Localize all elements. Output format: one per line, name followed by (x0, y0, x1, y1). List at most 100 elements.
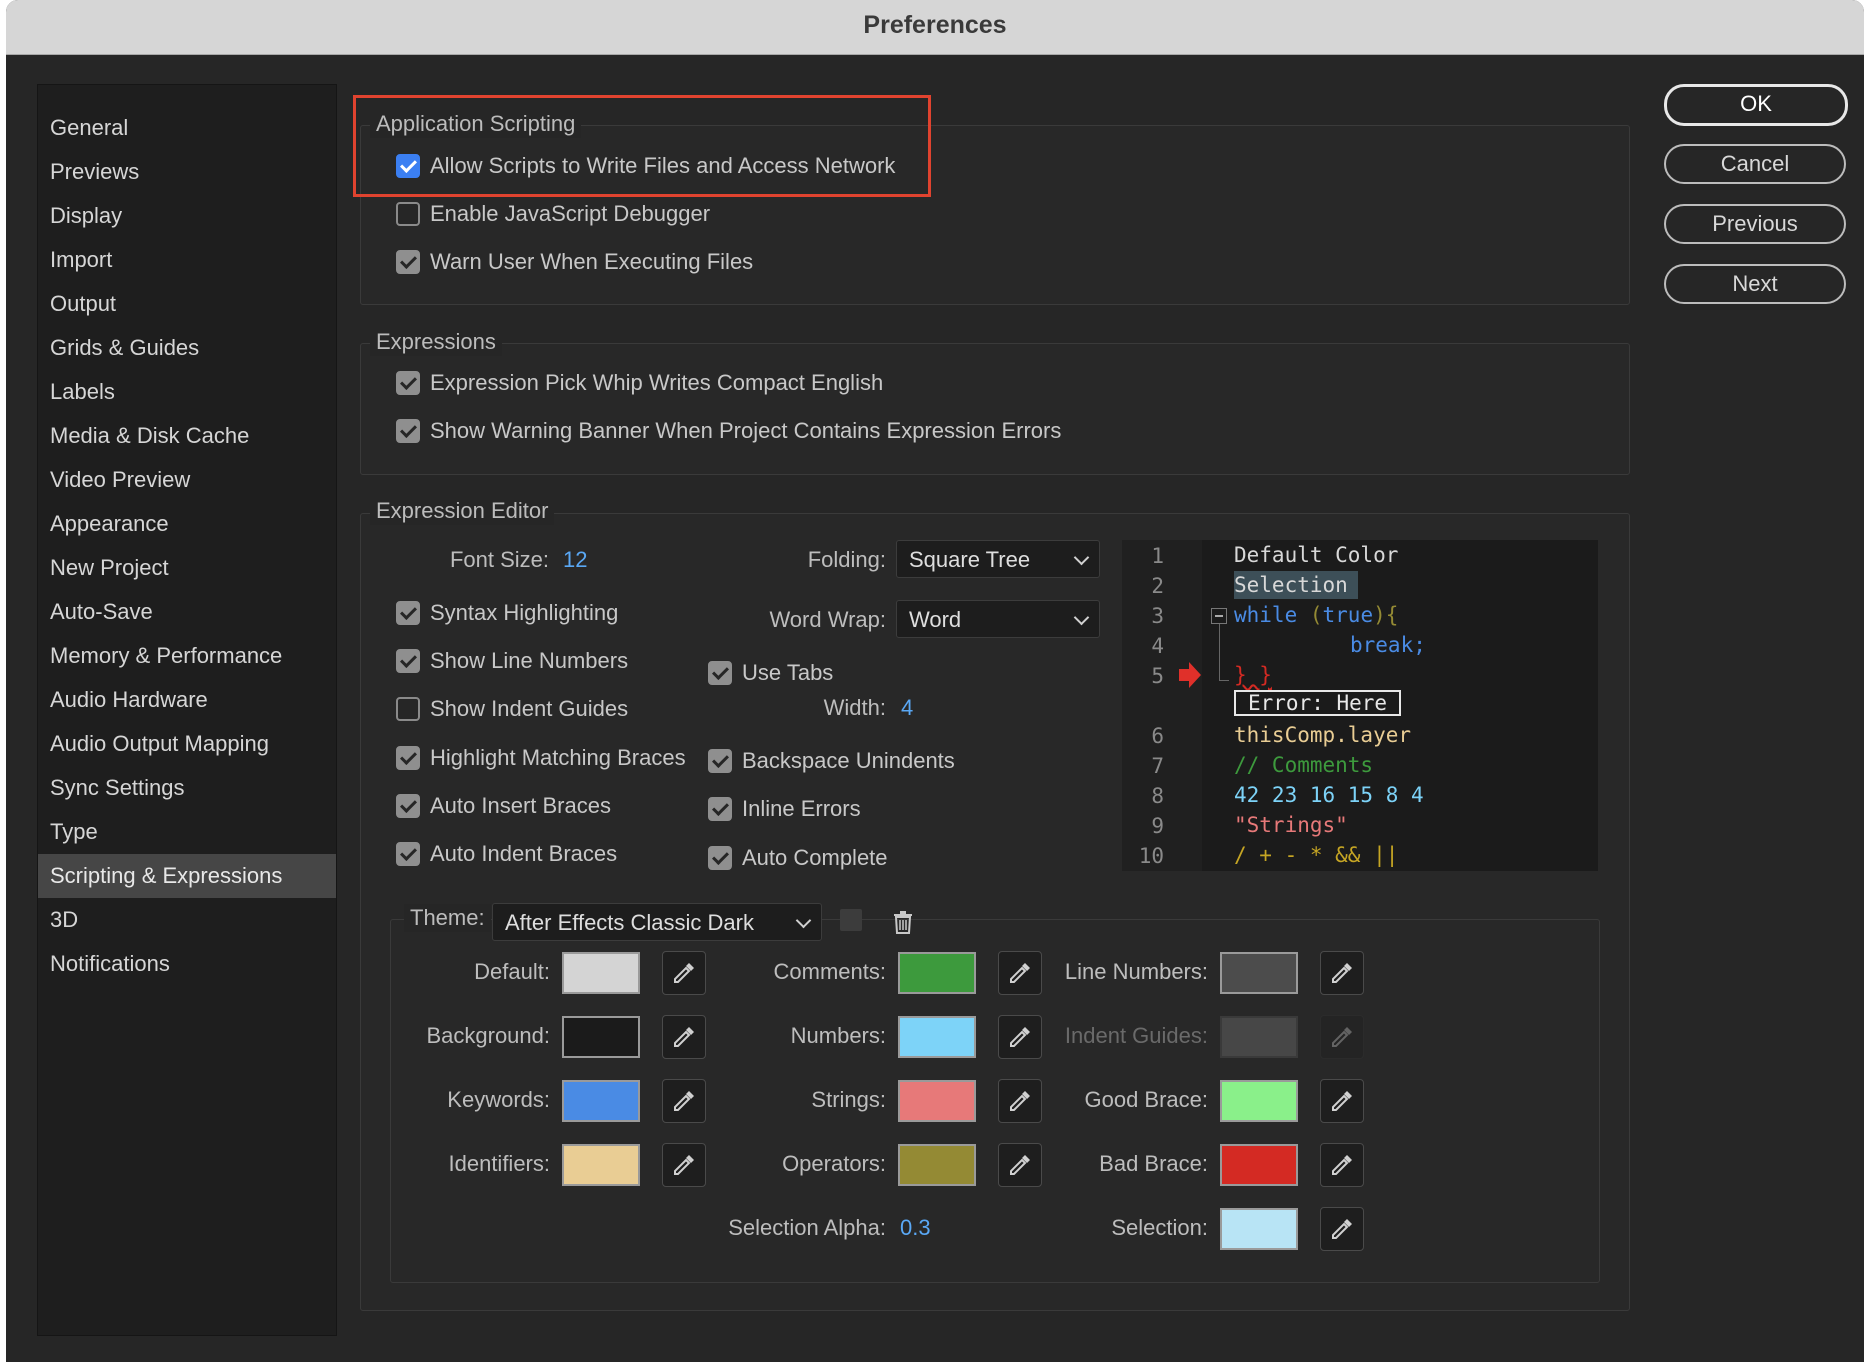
selection-color-swatch[interactable] (1220, 1208, 1298, 1250)
line-numbers-color-swatch[interactable] (1220, 952, 1298, 994)
checkbox-box (396, 746, 420, 770)
fold-marker-icon[interactable] (1211, 608, 1227, 624)
background-color-swatch[interactable] (562, 1016, 640, 1058)
warning-banner-checkbox[interactable]: Show Warning Banner When Project Contain… (396, 416, 1061, 446)
operator-token: ( (1297, 603, 1323, 627)
sidebar-item-media-disk-cache[interactable]: Media & Disk Cache (38, 414, 336, 458)
eyedropper-icon[interactable] (662, 1143, 706, 1187)
save-theme-icon[interactable] (840, 909, 866, 935)
sidebar-item-audio-hardware[interactable]: Audio Hardware (38, 678, 336, 722)
comments-color-swatch[interactable] (898, 952, 976, 994)
eyedropper-icon[interactable] (662, 1015, 706, 1059)
bad-brace-color-swatch[interactable] (1220, 1144, 1298, 1186)
inline-errors-checkbox[interactable]: Inline Errors (708, 794, 861, 824)
checkbox-box (708, 749, 732, 773)
line-numbers-color-label: Line Numbers: (1064, 959, 1208, 984)
sidebar-item-display[interactable]: Display (38, 194, 336, 238)
allow-scripts-checkbox[interactable]: Allow Scripts to Write Files and Access … (396, 151, 895, 181)
checkbox-box (396, 419, 420, 443)
ok-button[interactable]: OK (1664, 84, 1848, 126)
next-button[interactable]: Next (1664, 264, 1846, 304)
sidebar-item-sync-settings[interactable]: Sync Settings (38, 766, 336, 810)
eyedropper-icon[interactable] (662, 1079, 706, 1123)
selection-alpha-label: Selection Alpha: (728, 1215, 886, 1240)
expressions-group (360, 343, 1630, 475)
js-debugger-checkbox[interactable]: Enable JavaScript Debugger (396, 199, 710, 229)
code-line-operators: / + - * && || (1234, 843, 1399, 867)
auto-insert-braces-checkbox[interactable]: Auto Insert Braces (396, 791, 611, 821)
auto-indent-braces-label: Auto Indent Braces (430, 841, 618, 866)
syntax-highlighting-checkbox[interactable]: Syntax Highlighting (396, 598, 618, 628)
code-line-default: Default Color (1234, 543, 1399, 567)
sidebar-item-labels[interactable]: Labels (38, 370, 336, 414)
strings-color-swatch[interactable] (898, 1080, 976, 1122)
sidebar-item-type[interactable]: Type (38, 810, 336, 854)
identifiers-color-label: Identifiers: (448, 1151, 551, 1176)
highlight-braces-checkbox[interactable]: Highlight Matching Braces (396, 743, 686, 773)
pick-whip-checkbox[interactable]: Expression Pick Whip Writes Compact Engl… (396, 368, 883, 398)
sidebar-item-video-preview[interactable]: Video Preview (38, 458, 336, 502)
sidebar-item-previews[interactable]: Previews (38, 150, 336, 194)
selection-alpha-value[interactable]: 0.3 (900, 1213, 931, 1243)
code-preview: 1 2 3 4 5 6 7 8 9 10 Default Color Selec… (1122, 540, 1598, 871)
folding-value: Square Tree (909, 547, 1031, 572)
fold-line-end (1219, 680, 1229, 681)
trash-icon[interactable] (890, 909, 916, 935)
eyedropper-icon (1320, 1015, 1364, 1059)
width-value[interactable]: 4 (901, 693, 913, 723)
eyedropper-icon[interactable] (1320, 1143, 1364, 1187)
warn-user-label: Warn User When Executing Files (430, 249, 754, 274)
strings-color-label: Strings: (811, 1087, 886, 1112)
use-tabs-checkbox[interactable]: Use Tabs (708, 658, 833, 688)
line-number: 9 (1151, 814, 1164, 838)
theme-dropdown[interactable]: After Effects Classic Dark (492, 903, 822, 941)
identifiers-color-swatch[interactable] (562, 1144, 640, 1186)
sidebar-item-audio-output-mapping[interactable]: Audio Output Mapping (38, 722, 336, 766)
allow-scripts-label: Allow Scripts to Write Files and Access … (430, 153, 896, 178)
sidebar-item-new-project[interactable]: New Project (38, 546, 336, 590)
eyedropper-icon[interactable] (662, 951, 706, 995)
operators-color-label: Operators: (782, 1151, 886, 1176)
sidebar-item-auto-save[interactable]: Auto-Save (38, 590, 336, 634)
backspace-unindents-checkbox[interactable]: Backspace Unindents (708, 746, 955, 776)
auto-complete-checkbox[interactable]: Auto Complete (708, 843, 888, 873)
code-line-selection: Selection (1234, 571, 1358, 599)
sidebar-item-general[interactable]: General (38, 106, 336, 150)
show-indent-guides-checkbox[interactable]: Show Indent Guides (396, 694, 628, 724)
word-wrap-value: Word (909, 607, 962, 632)
sidebar-item-notifications[interactable]: Notifications (38, 942, 336, 986)
show-line-numbers-checkbox[interactable]: Show Line Numbers (396, 646, 628, 676)
keywords-color-swatch[interactable] (562, 1080, 640, 1122)
sidebar-item-3d[interactable]: 3D (38, 898, 336, 942)
font-size-value[interactable]: 12 (563, 545, 587, 575)
line-number: 4 (1151, 634, 1164, 658)
sidebar-item-scripting-expressions[interactable]: Scripting & Expressions (38, 854, 336, 898)
previous-button[interactable]: Previous (1664, 204, 1846, 244)
folding-dropdown[interactable]: Square Tree (896, 540, 1100, 578)
warn-user-checkbox[interactable]: Warn User When Executing Files (396, 247, 753, 277)
sidebar-item-appearance[interactable]: Appearance (38, 502, 336, 546)
cancel-button[interactable]: Cancel (1664, 144, 1846, 184)
sidebar-item-output[interactable]: Output (38, 282, 336, 326)
line-number: 3 (1151, 604, 1164, 628)
operators-color-swatch[interactable] (898, 1144, 976, 1186)
sidebar-item-memory-performance[interactable]: Memory & Performance (38, 634, 336, 678)
eyedropper-icon[interactable] (1320, 1079, 1364, 1123)
indent-guides-color-label: Indent Guides: (1064, 1023, 1208, 1048)
auto-indent-braces-checkbox[interactable]: Auto Indent Braces (396, 839, 617, 869)
eyedropper-icon[interactable] (1320, 951, 1364, 995)
width-label: Width: (823, 695, 886, 720)
numbers-color-label: Numbers: (790, 1023, 886, 1048)
eyedropper-icon[interactable] (1320, 1207, 1364, 1251)
default-color-swatch[interactable] (562, 952, 640, 994)
font-size-label: Font Size: (449, 547, 549, 572)
good-brace-color-swatch[interactable] (1220, 1080, 1298, 1122)
numbers-color-swatch[interactable] (898, 1016, 976, 1058)
checkbox-box (396, 794, 420, 818)
preferences-dialog: Preferences General Previews Display Import… (6, 0, 1864, 1362)
sidebar-item-import[interactable]: Import (38, 238, 336, 282)
code-line-keyword: while (true){ (1234, 600, 1398, 630)
sidebar-item-grids-guides[interactable]: Grids & Guides (38, 326, 336, 370)
expression-editor-title: Expression Editor (370, 497, 555, 525)
word-wrap-dropdown[interactable]: Word (896, 600, 1100, 638)
